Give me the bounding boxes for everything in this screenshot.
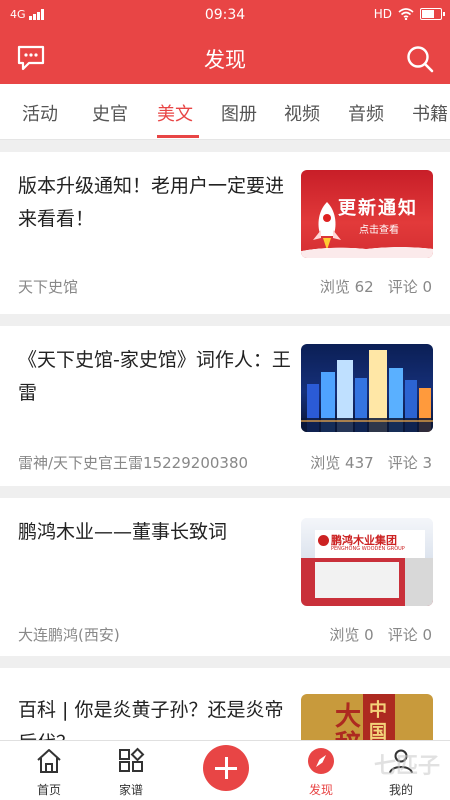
article-thumbnail[interactable]: 鹏鸿木业集团 PENGHONG WOODEN GROUP — [301, 518, 433, 606]
company-sign: 鹏鸿木业集团 PENGHONG WOODEN GROUP — [315, 530, 425, 558]
page-title: 发现 — [204, 48, 246, 72]
article-card[interactable]: 《天下史馆-家史馆》词作人：王雷 雷神/天下史官王雷15229200380 浏览… — [0, 326, 450, 486]
active-tab-indicator — [157, 135, 199, 138]
comments-count: 评论 3 — [387, 454, 432, 472]
article-thumbnail[interactable]: 大 辞 中 国 — [301, 694, 433, 740]
tab-audio[interactable]: 音频 — [348, 100, 384, 126]
article-stats: 浏览 62 评论 0 — [306, 276, 432, 297]
cloud-decoration — [301, 240, 433, 258]
sign-text-en: PENGHONG WOODEN GROUP — [331, 546, 405, 552]
thumb-subtext: 点击查看 — [359, 225, 399, 236]
tab-activity[interactable]: 活动 — [22, 100, 58, 126]
nav-discover[interactable]: 发现 — [276, 741, 366, 800]
status-bar: 4G 09:34 HD — [0, 0, 450, 32]
city-skyline-image — [301, 350, 433, 432]
nav-home[interactable]: 首页 — [4, 741, 94, 800]
tab-books[interactable]: 书籍 — [412, 100, 448, 126]
nav-discover-label: 发现 — [308, 783, 333, 797]
article-card[interactable]: 百科 | 你是炎黄子孙？还是炎帝后代？ 大 辞 中 国 — [0, 668, 450, 740]
comments-count: 评论 0 — [387, 626, 432, 644]
nav-family-tree[interactable]: 家谱 — [86, 741, 176, 800]
views-count: 浏览 437 — [310, 454, 374, 472]
comments-count: 评论 0 — [387, 278, 432, 296]
article-stats: 浏览 437 评论 3 — [296, 452, 432, 473]
article-source: 雷神/天下史官王雷15229200380 — [18, 454, 249, 472]
article-stats: 浏览 0 评论 0 — [315, 624, 432, 645]
views-count: 浏览 62 — [319, 278, 374, 296]
compass-icon — [308, 748, 334, 774]
add-button[interactable] — [203, 745, 249, 791]
wifi-icon — [398, 8, 414, 20]
thumb-headline: 更新通知 — [338, 198, 418, 219]
article-thumbnail[interactable] — [301, 344, 433, 432]
tab-albums[interactable]: 图册 — [221, 100, 257, 126]
company-logo — [318, 535, 329, 546]
category-tabs: 活动 史官 美文 图册 视频 音频 书籍 — [0, 84, 450, 140]
search-icon[interactable] — [406, 45, 434, 73]
article-source: 天下史馆 — [18, 278, 79, 296]
book-cover-char: 国 — [369, 722, 387, 740]
tab-videos[interactable]: 视频 — [284, 100, 320, 126]
views-count: 浏览 0 — [329, 626, 374, 644]
home-icon — [37, 749, 61, 773]
article-thumbnail[interactable]: 更新通知 点击查看 — [301, 170, 433, 258]
nav-family-tree-label: 家谱 — [118, 783, 143, 797]
article-title[interactable]: 百科 | 你是炎黄子孙？还是炎帝后代？ — [18, 694, 293, 740]
article-source: 大连鹏鸿(西安) — [18, 626, 120, 644]
book-cover-char: 辞 — [335, 724, 361, 740]
article-title[interactable]: 版本升级通知！老用户一定要进来看看！ — [18, 170, 293, 236]
battery-icon — [420, 8, 445, 20]
hd-badge: HD — [373, 7, 392, 21]
article-card[interactable]: 鹏鸿木业——董事长致词 大连鹏鸿(西安) 浏览 0 评论 0 鹏鸿木业集团 PEN… — [0, 498, 450, 656]
tab-historian[interactable]: 史官 — [92, 100, 128, 126]
app-header: 发现 — [0, 32, 450, 84]
article-card[interactable]: 版本升级通知！老用户一定要进来看看！ 天下史馆 浏览 62 评论 0 更新通知 点… — [0, 152, 450, 314]
grid-icon — [119, 747, 145, 772]
nav-home-label: 首页 — [36, 783, 61, 797]
tab-essays[interactable]: 美文 — [157, 100, 193, 126]
article-title[interactable]: 鹏鸿木业——董事长致词 — [18, 516, 293, 549]
watermark: 七匹子 — [373, 754, 440, 779]
article-title[interactable]: 《天下史馆-家史馆》词作人：王雷 — [18, 344, 293, 410]
nav-profile-label: 我的 — [388, 783, 413, 797]
